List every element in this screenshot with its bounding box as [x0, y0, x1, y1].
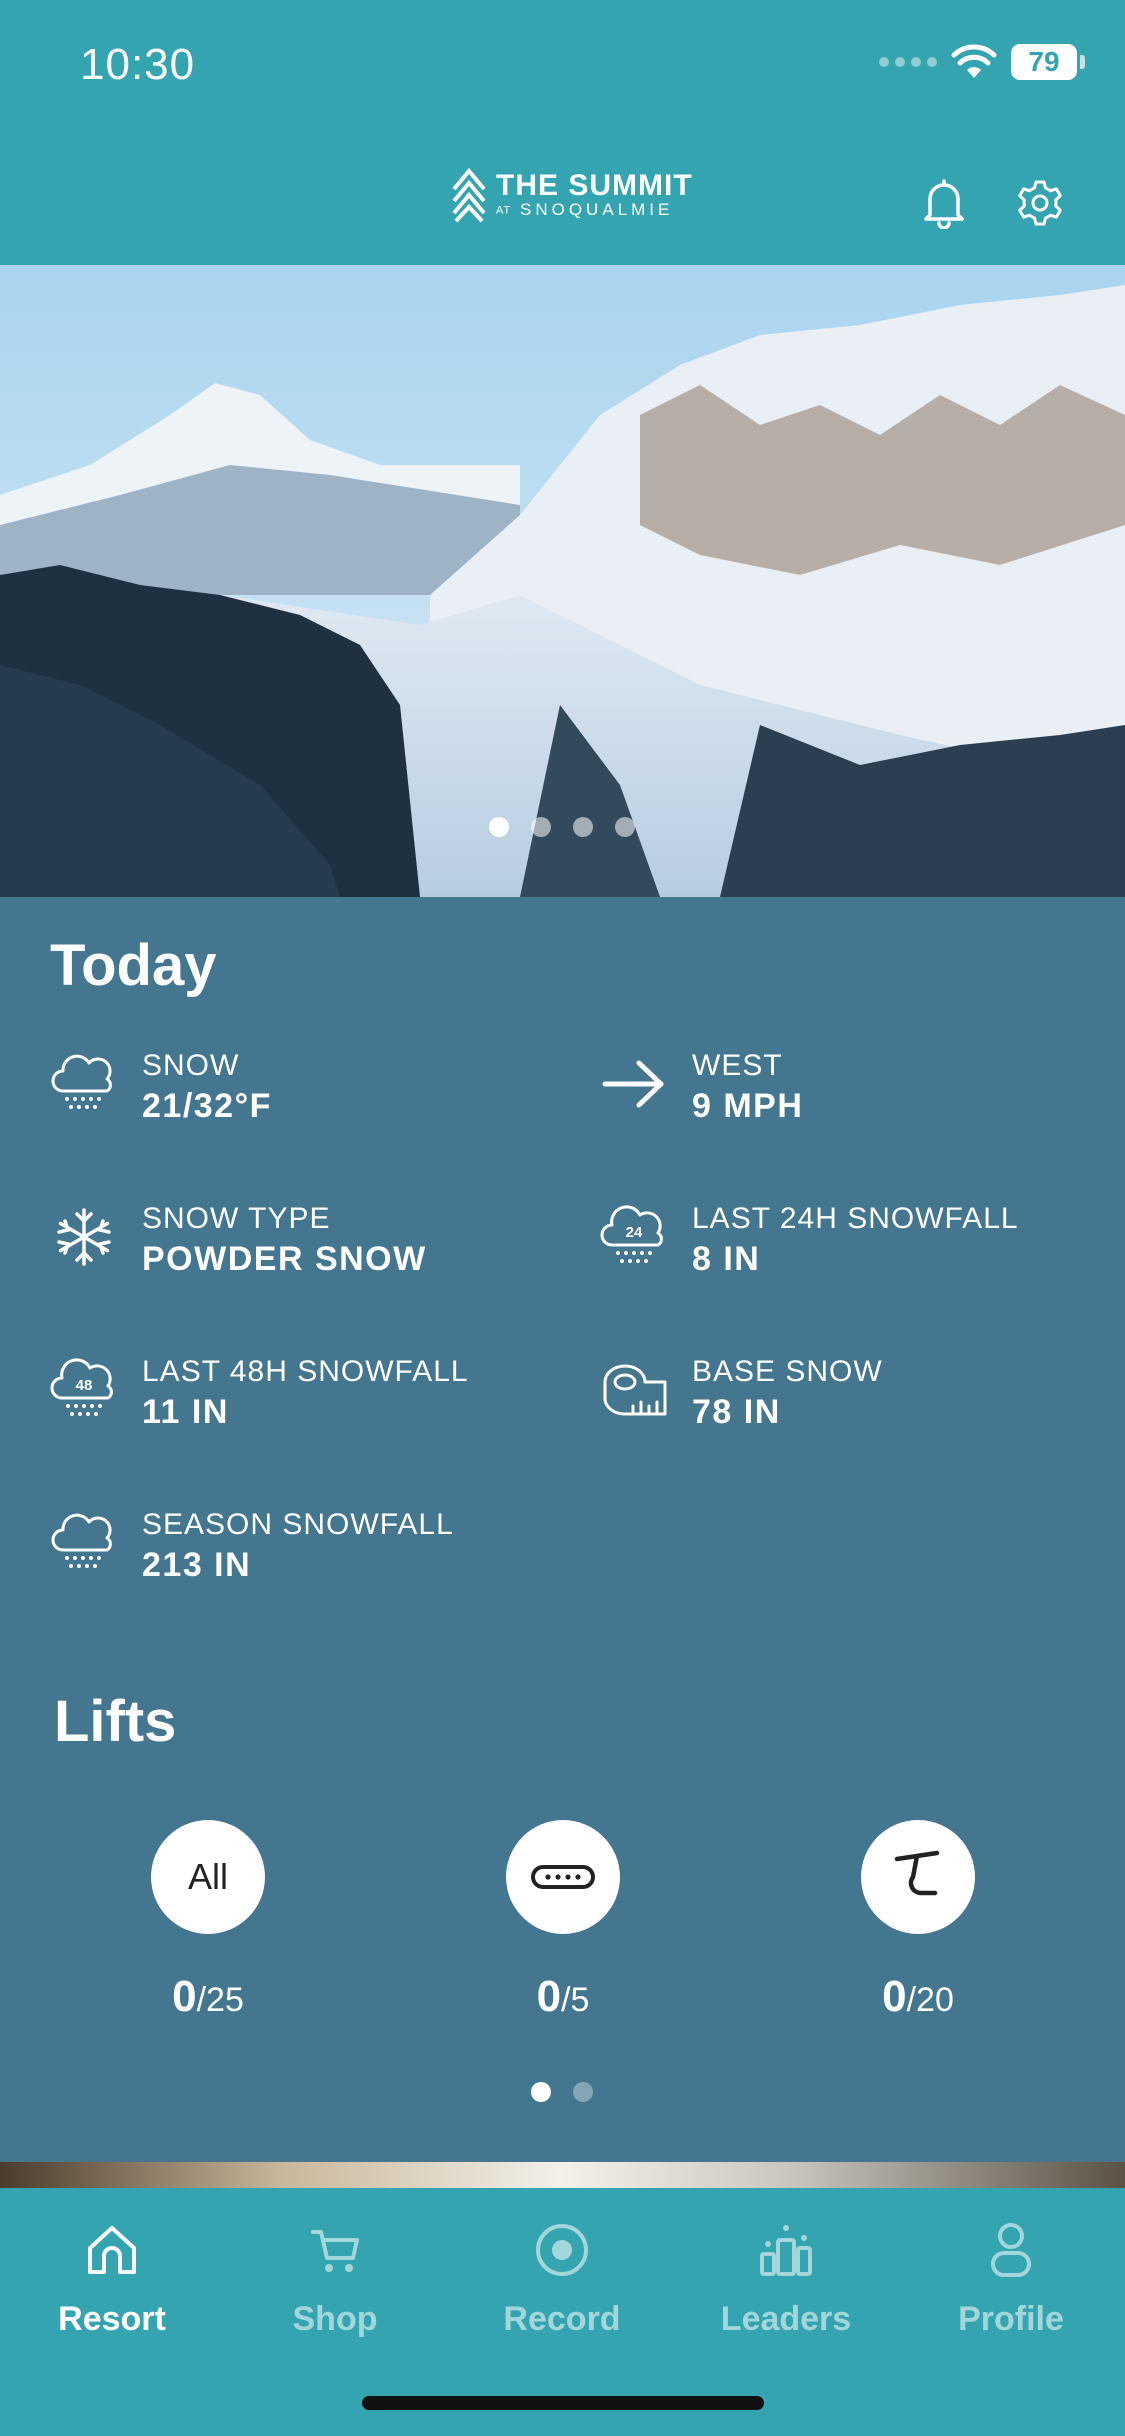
status-time: 10:30 — [80, 40, 196, 89]
weather-item-snow-type: SNOW TYPE POWDER SNOW — [48, 1201, 427, 1281]
lift-filter-surface[interactable]: 0/5 — [463, 1820, 663, 2022]
lift-filter-chairlift[interactable]: 0/20 — [818, 1820, 1018, 2022]
next-card-image-peek — [0, 2162, 1125, 2188]
weather-label: BASE SNOW — [692, 1355, 883, 1388]
leaderboard-icon — [754, 2218, 818, 2282]
svg-text:48: 48 — [76, 1377, 93, 1394]
tab-label: Shop — [292, 2300, 378, 2338]
weather-value: 213 IN — [142, 1546, 252, 1584]
tab-resort[interactable]: Resort — [12, 2218, 212, 2339]
lift-count: 0/25 — [172, 1972, 244, 2021]
tab-label: Resort — [58, 2300, 166, 2338]
hero-dot[interactable] — [615, 817, 635, 837]
tab-label: Profile — [958, 2300, 1064, 2338]
status-bar: 10:30 79 — [0, 0, 1125, 135]
hero-pagination[interactable] — [489, 817, 635, 837]
tab-record[interactable]: Record — [462, 2218, 662, 2339]
all-lifts-icon[interactable]: All — [151, 1820, 265, 1934]
tab-label: Record — [503, 2300, 621, 2338]
cloud-48-icon: 48 — [48, 1354, 120, 1426]
weather-label: SNOW TYPE — [142, 1202, 331, 1235]
weather-value: POWDER SNOW — [142, 1240, 427, 1278]
person-icon — [979, 2218, 1043, 2282]
bell-icon[interactable] — [914, 173, 974, 233]
weather-label: LAST 48H SNOWFALL — [142, 1355, 469, 1388]
weather-label: LAST 24H SNOWFALL — [692, 1202, 1019, 1235]
battery-indicator: 79 — [1011, 44, 1085, 80]
cart-icon — [303, 2218, 367, 2282]
tab-label: Leaders — [720, 2300, 852, 2338]
lifts-pagination[interactable] — [531, 2082, 593, 2102]
today-title: Today — [50, 933, 217, 998]
tab-shop[interactable]: Shop — [235, 2218, 435, 2339]
snow-cloud-icon — [48, 1048, 120, 1120]
lifts-page-dot[interactable] — [531, 2082, 551, 2102]
weather-value: 11 IN — [142, 1393, 229, 1431]
record-icon — [530, 2218, 594, 2282]
lift-count: 0/20 — [882, 1972, 954, 2021]
home-icon — [80, 2218, 144, 2282]
cellular-signal-icon — [879, 57, 937, 67]
cloud-24-icon: 24 — [598, 1201, 670, 1273]
weather-label: SNOW — [142, 1049, 240, 1082]
weather-item-season-snowfall: SEASON SNOWFALL 213 IN — [48, 1507, 454, 1587]
weather-item-base-snow: BASE SNOW 78 IN — [598, 1354, 883, 1434]
weather-value: 9 MPH — [692, 1087, 804, 1125]
weather-label: SEASON SNOWFALL — [142, 1508, 454, 1541]
snowflake-icon — [48, 1201, 120, 1273]
arrow-right-icon — [598, 1048, 670, 1120]
logo-subtitle: AT SNOQUALMIE — [496, 199, 674, 219]
resort-logo: THE SUMMIT AT SNOQUALMIE — [452, 167, 693, 223]
weather-item-snow: SNOW 21/32°F — [48, 1048, 272, 1128]
svg-text:24: 24 — [626, 1224, 643, 1241]
logo-title: THE SUMMIT — [496, 168, 693, 202]
weather-item-last-48h: 48 LAST 48H SNOWFALL 11 IN — [48, 1354, 469, 1434]
surface-lift-icon[interactable] — [506, 1820, 620, 1934]
mountain-chevron-logo-icon — [452, 167, 486, 223]
chairlift-icon[interactable] — [861, 1820, 975, 1934]
wifi-icon — [951, 44, 997, 78]
lifts-page-dot[interactable] — [573, 2082, 593, 2102]
weather-value: 78 IN — [692, 1393, 781, 1431]
lift-count: 0/5 — [536, 1972, 590, 2021]
weather-item-wind: WEST 9 MPH — [598, 1048, 803, 1128]
hero-carousel[interactable] — [0, 265, 1125, 897]
mountain-photo — [0, 265, 1125, 897]
measuring-tape-icon — [598, 1354, 670, 1426]
tab-profile[interactable]: Profile — [911, 2218, 1111, 2339]
hero-dot[interactable] — [489, 817, 509, 837]
hero-dot[interactable] — [573, 817, 593, 837]
weather-value: 21/32°F — [142, 1087, 272, 1125]
lift-filter-all[interactable]: All 0/25 — [108, 1820, 308, 2022]
weather-value: 8 IN — [692, 1240, 761, 1278]
app-header: THE SUMMIT AT SNOQUALMIE — [0, 135, 1125, 265]
tab-leaders[interactable]: Leaders — [686, 2218, 886, 2339]
weather-item-last-24h: 24 LAST 24H SNOWFALL 8 IN — [598, 1201, 1019, 1281]
weather-label: WEST — [692, 1049, 783, 1082]
hero-dot[interactable] — [531, 817, 551, 837]
lifts-title: Lifts — [54, 1689, 177, 1754]
snow-cloud-icon — [48, 1507, 120, 1579]
gear-icon[interactable] — [1010, 173, 1070, 233]
home-indicator[interactable] — [362, 2396, 764, 2410]
status-indicators: 79 — [879, 44, 1085, 80]
